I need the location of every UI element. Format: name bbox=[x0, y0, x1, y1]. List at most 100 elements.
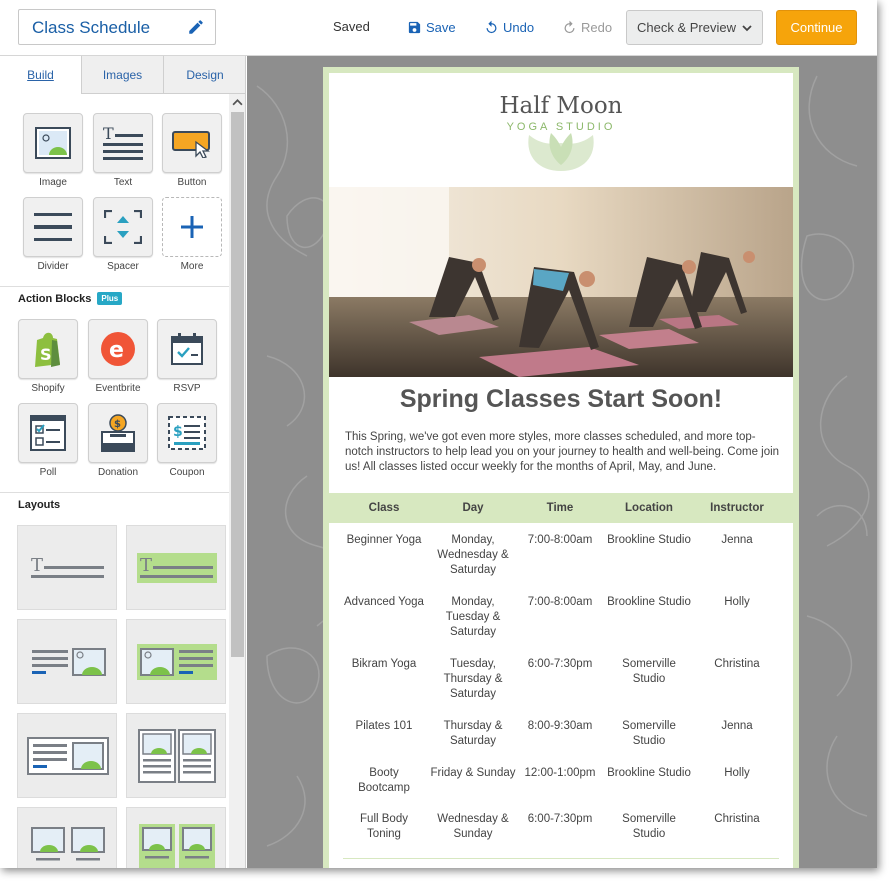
layout-image-text-highlight[interactable] bbox=[126, 619, 226, 704]
coupon-block[interactable]: $ bbox=[157, 403, 217, 463]
spacer-icon bbox=[104, 210, 142, 244]
layout-two-images[interactable] bbox=[17, 807, 117, 868]
text-layout-icon: T bbox=[31, 555, 104, 578]
divider-icon bbox=[34, 213, 72, 241]
hero-image[interactable] bbox=[329, 187, 793, 377]
svg-text:e: e bbox=[109, 338, 124, 363]
svg-text:T: T bbox=[31, 555, 43, 576]
block-label: More bbox=[180, 261, 204, 272]
layout-text-highlight[interactable]: T bbox=[126, 525, 226, 610]
table-cell-time: 8:00-9:30am bbox=[527, 720, 593, 732]
panel-tabs: Build Images Design bbox=[0, 56, 245, 94]
layout-text-image[interactable] bbox=[17, 619, 117, 704]
pencil-icon[interactable] bbox=[187, 18, 205, 36]
tab-build[interactable]: Build bbox=[0, 56, 81, 94]
table-cell-class: Bikram Yoga bbox=[351, 658, 417, 670]
table-cell-day: Monday, Tuesday & Saturday bbox=[445, 596, 501, 638]
plus-badge: Plus bbox=[97, 292, 123, 305]
headline[interactable]: Spring Classes Start Soon! bbox=[329, 385, 793, 414]
donation-block[interactable]: $ bbox=[88, 403, 148, 463]
tab-design[interactable]: Design bbox=[163, 56, 245, 94]
layout-two-images-highlight[interactable] bbox=[126, 807, 226, 868]
more-block[interactable] bbox=[162, 197, 222, 257]
two-column-layout-icon bbox=[138, 729, 216, 783]
left-panel: Build Images Design Image T Text Button … bbox=[0, 56, 246, 868]
block-label: Image bbox=[39, 177, 67, 188]
undo-label: Undo bbox=[503, 20, 535, 35]
table-cell-location: Brookline Studio bbox=[607, 767, 691, 779]
svg-text:S: S bbox=[40, 345, 52, 364]
coupon-icon: $ bbox=[168, 416, 206, 450]
table-cell-class: Pilates 101 bbox=[355, 720, 413, 732]
column-header: Location bbox=[625, 502, 673, 514]
scroll-up-icon[interactable] bbox=[232, 97, 243, 108]
layout-card[interactable] bbox=[17, 713, 117, 798]
action-block-label: Donation bbox=[97, 467, 139, 478]
continue-button[interactable]: Continue bbox=[776, 10, 857, 45]
chevron-down-icon bbox=[742, 24, 752, 31]
table-cell-class: Advanced Yoga bbox=[344, 596, 424, 608]
table-cell-time: 6:00-7:30pm bbox=[527, 658, 593, 670]
shopify-block[interactable]: S bbox=[18, 319, 78, 379]
text-layout-icon: T bbox=[137, 553, 217, 583]
spacer-block[interactable] bbox=[93, 197, 153, 257]
column-header: Time bbox=[546, 502, 574, 514]
redo-button[interactable]: Redo bbox=[562, 20, 612, 35]
action-block-label: Poll bbox=[39, 467, 57, 478]
table-cell-day: Thursday & Saturday bbox=[443, 720, 503, 747]
table-cell-instructor: Holly bbox=[724, 596, 750, 608]
table-cell-location: Brookline Studio bbox=[607, 596, 691, 608]
text-block[interactable]: T bbox=[93, 113, 153, 173]
poll-icon bbox=[30, 415, 66, 451]
table-cell-class: Booty Bootcamp bbox=[358, 767, 410, 794]
table-cell-instructor: Christina bbox=[714, 813, 760, 825]
logo-title: Half Moon bbox=[499, 93, 623, 119]
email-body: Half Moon YOGA STUDIO Spring Classes Sta… bbox=[329, 73, 793, 868]
eventbrite-block[interactable]: e bbox=[88, 319, 148, 379]
panel-scrollbar[interactable] bbox=[229, 94, 245, 868]
layout-text[interactable]: T bbox=[17, 525, 117, 610]
card-layout-icon bbox=[27, 737, 109, 775]
block-label: Button bbox=[177, 177, 207, 188]
scrollbar-thumb[interactable] bbox=[231, 112, 244, 657]
image-block[interactable] bbox=[23, 113, 83, 173]
action-block-label: Shopify bbox=[31, 383, 65, 394]
logo-block[interactable]: Half Moon YOGA STUDIO bbox=[329, 73, 793, 187]
svg-text:T: T bbox=[140, 555, 152, 576]
block-label: Spacer bbox=[107, 261, 139, 272]
rsvp-block[interactable] bbox=[157, 319, 217, 379]
tab-images[interactable]: Images bbox=[81, 56, 163, 94]
intro-paragraph[interactable]: This Spring, we've got even more styles,… bbox=[345, 430, 783, 475]
check-preview-button[interactable]: Check & Preview bbox=[626, 10, 763, 45]
campaign-title-field[interactable]: Class Schedule bbox=[18, 9, 216, 45]
image-text-layout-icon bbox=[137, 644, 217, 680]
table-cell-day: Monday, Wednesday & Saturday bbox=[437, 534, 509, 576]
table-cell-day: Tuesday, Thursday & Saturday bbox=[443, 658, 503, 700]
two-image-layout-icon bbox=[31, 827, 105, 861]
action-blocks-header: Action Blocks Plus bbox=[0, 286, 229, 310]
top-toolbar: Class Schedule Saved Save Undo Redo Chec… bbox=[0, 0, 877, 56]
table-cell-location: Brookline Studio bbox=[607, 534, 691, 546]
action-block-label: RSVP bbox=[173, 383, 201, 394]
redo-label: Redo bbox=[581, 20, 613, 35]
svg-text:$: $ bbox=[114, 419, 121, 430]
table-cell-location: Somerville Studio bbox=[622, 720, 676, 747]
check-preview-label: Check & Preview bbox=[637, 20, 736, 35]
layout-two-column[interactable] bbox=[126, 713, 226, 798]
divider-block[interactable] bbox=[23, 197, 83, 257]
text-image-layout-icon bbox=[32, 648, 106, 676]
campaign-title[interactable]: Class Schedule bbox=[32, 18, 150, 38]
column-header: Instructor bbox=[710, 502, 764, 514]
layouts-header: Layouts bbox=[0, 492, 229, 516]
redo-icon bbox=[564, 20, 575, 34]
undo-button[interactable]: Undo bbox=[484, 20, 534, 35]
button-block[interactable] bbox=[162, 113, 222, 173]
table-cell-time: 12:00-1:00pm bbox=[524, 767, 596, 779]
column-header: Day bbox=[462, 502, 484, 514]
shopify-icon: S bbox=[35, 332, 60, 367]
table-cell-instructor: Jenna bbox=[721, 534, 753, 546]
save-button[interactable]: Save bbox=[407, 20, 456, 35]
table-cell-instructor: Jenna bbox=[721, 720, 753, 732]
app-window: Class Schedule Saved Save Undo Redo Chec… bbox=[0, 0, 877, 868]
poll-block[interactable] bbox=[18, 403, 78, 463]
